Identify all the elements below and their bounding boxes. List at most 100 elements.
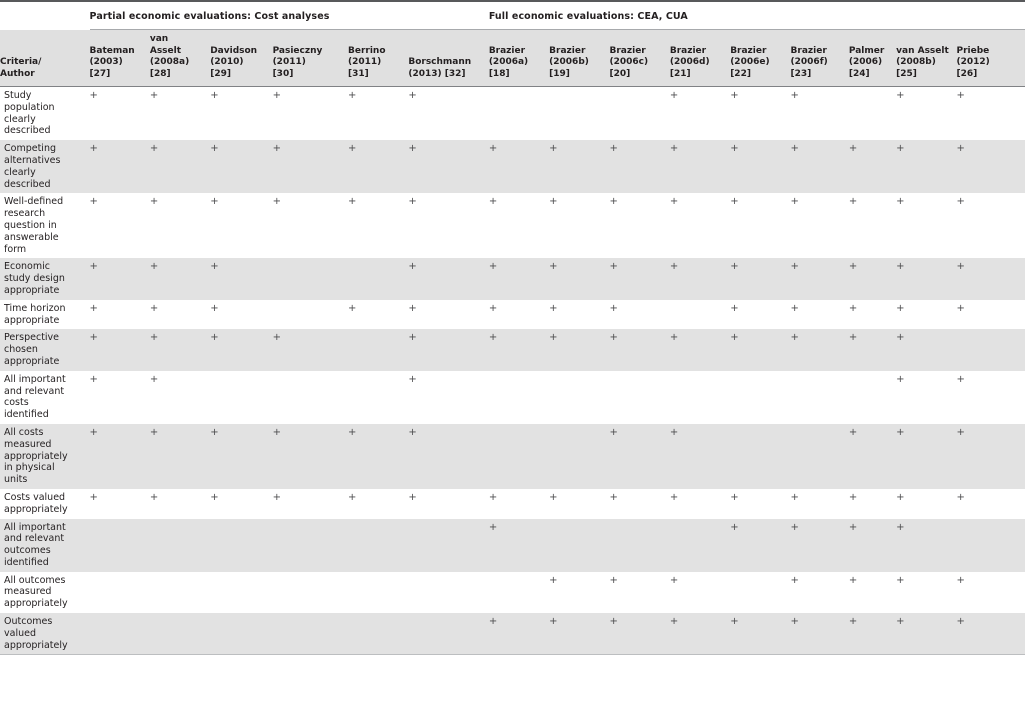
plus-mark: + — [89, 261, 98, 273]
plus-mark: + — [89, 143, 98, 155]
cell-empty-berrino2011 — [348, 258, 409, 300]
cell-met-vanasselt2008b: + — [896, 571, 957, 614]
plus-mark: + — [488, 302, 498, 314]
plus-mark: + — [790, 332, 799, 344]
plus-mark: + — [408, 196, 417, 208]
cell-met-brazier2006d: + — [669, 140, 731, 194]
table-foot — [0, 654, 1025, 657]
table-figure: Partial economic evaluations: Cost analy… — [0, 0, 1025, 705]
column-header-line: (2010) — [210, 57, 244, 67]
cell-empty-bateman2003 — [89, 613, 150, 655]
cell-met-brazier2006c: + — [609, 329, 670, 371]
column-header-brazier2006d: Brazier (2006d) [21] — [669, 29, 731, 87]
column-header-priebe2012: Priebe (2012) [26] — [956, 29, 1025, 87]
plus-mark: + — [549, 143, 558, 155]
cell-met-borschmann2013: + — [408, 370, 489, 424]
cell-met-borschmann2013: + — [408, 299, 489, 330]
column-header-line: Pasieczny — [272, 45, 323, 56]
table-row: Study population clearly described + + + + + + + + +… — [0, 86, 1025, 141]
plus-mark: + — [896, 616, 905, 628]
cell-met-brazier2006f: + — [790, 86, 849, 141]
cell-met-bateman2003: + — [89, 258, 150, 300]
criterion-line: Competing — [4, 143, 56, 155]
cell-met-borschmann2013: + — [408, 423, 489, 489]
cell-met-brazier2006f: + — [790, 258, 849, 300]
plus-mark: + — [149, 196, 159, 208]
column-header-line: Brazier — [549, 45, 586, 56]
criterion-line: research — [4, 208, 46, 220]
cell-met-brazier2006e: + — [730, 488, 791, 519]
column-header-brazier2006c: Brazier (2006c) [20] — [609, 29, 670, 87]
plus-mark: + — [956, 616, 965, 628]
column-header-line: (2006a) — [488, 57, 529, 67]
cell-met-brazier2006e: + — [730, 518, 791, 572]
plus-mark: + — [848, 143, 858, 155]
criterion-line: form — [4, 243, 27, 255]
plus-mark: + — [149, 426, 159, 438]
cell-met-brazier2006d: + — [669, 488, 731, 519]
plus-mark: + — [149, 302, 159, 314]
plus-mark: + — [730, 616, 739, 628]
criterion-line: described — [4, 178, 51, 190]
cell-met-brazier2006e: + — [730, 193, 791, 259]
criterion-line: Outcomes — [4, 616, 53, 628]
cell-met-brazier2006d: + — [669, 258, 731, 300]
cell-met-berrino2011: + — [348, 299, 409, 330]
plus-mark: + — [896, 373, 905, 385]
column-header-line: (2006c) — [609, 57, 649, 67]
cell-empty-berrino2011 — [348, 571, 409, 614]
criterion-line: appropriately — [4, 639, 68, 651]
cell-empty-brazier2006f — [790, 370, 849, 424]
criterion-cell: Costs valued appropriately — [0, 488, 90, 519]
cell-met-priebe2012: + — [956, 258, 1025, 300]
plus-mark: + — [790, 90, 799, 101]
column-header-davidson2010: Davidson (2010) [29] — [210, 29, 273, 87]
cell-met-vanasselt2008b: + — [896, 140, 957, 194]
plus-mark: + — [348, 426, 357, 438]
column-header-line: [26] — [956, 68, 978, 79]
cell-empty-brazier2006d — [669, 370, 731, 424]
column-header-line: Priebe — [956, 45, 990, 56]
cell-met-palmer2006: + — [848, 258, 897, 300]
plus-mark: + — [669, 616, 679, 628]
plus-mark: + — [408, 491, 417, 503]
criterion-line: chosen — [4, 344, 38, 356]
column-header-line: [24] — [848, 68, 870, 79]
column-header-line: [18] — [488, 68, 510, 79]
cell-empty-borschmann2013 — [408, 518, 489, 572]
cell-met-davidson2010: + — [210, 299, 273, 330]
criterion-line: All important — [4, 521, 66, 533]
cell-met-borschmann2013: + — [408, 193, 489, 259]
criterion-line: measured — [4, 438, 52, 450]
cell-met-brazier2006a: + — [488, 518, 550, 572]
plus-mark: + — [89, 373, 98, 385]
column-header-pasieczny2011: Pasieczny (2011) [30] — [272, 29, 348, 87]
criterion-cell: Economic study design appropriate — [0, 258, 90, 300]
cell-met-bateman2003: + — [89, 86, 150, 141]
group-header-2: Full economic evaluations: CEA, CUA — [488, 8, 1025, 30]
criteria-header-line: Author — [0, 68, 35, 79]
plus-mark: + — [790, 521, 799, 533]
cell-met-brazier2006d: + — [669, 193, 731, 259]
cell-empty-brazier2006c — [609, 86, 670, 141]
cell-met-bateman2003: + — [89, 193, 150, 259]
cell-met-brazier2006f: + — [790, 518, 849, 572]
cell-met-brazier2006b: + — [549, 571, 610, 614]
cell-met-vanasselt2008a: + — [149, 299, 211, 330]
column-header-line: [28] — [149, 68, 171, 79]
cell-empty-pasieczny2011 — [272, 299, 348, 330]
column-header-line: (2006d) — [669, 57, 710, 67]
cell-met-vanasselt2008b: + — [896, 258, 957, 300]
group-header-corner — [0, 8, 90, 30]
plus-mark: + — [956, 261, 965, 273]
table-row: Competing alternatives clearly described + + +… — [0, 140, 1025, 194]
plus-mark: + — [149, 491, 159, 503]
cell-met-berrino2011: + — [348, 488, 409, 519]
plus-mark: + — [669, 332, 679, 344]
column-header-line: (2011) — [348, 57, 382, 67]
plus-mark: + — [488, 491, 498, 503]
column-header-line: van — [149, 34, 169, 44]
criterion-line: appropriate — [4, 314, 60, 326]
plus-mark: + — [609, 426, 618, 438]
column-header-line: Palmer — [848, 45, 885, 56]
